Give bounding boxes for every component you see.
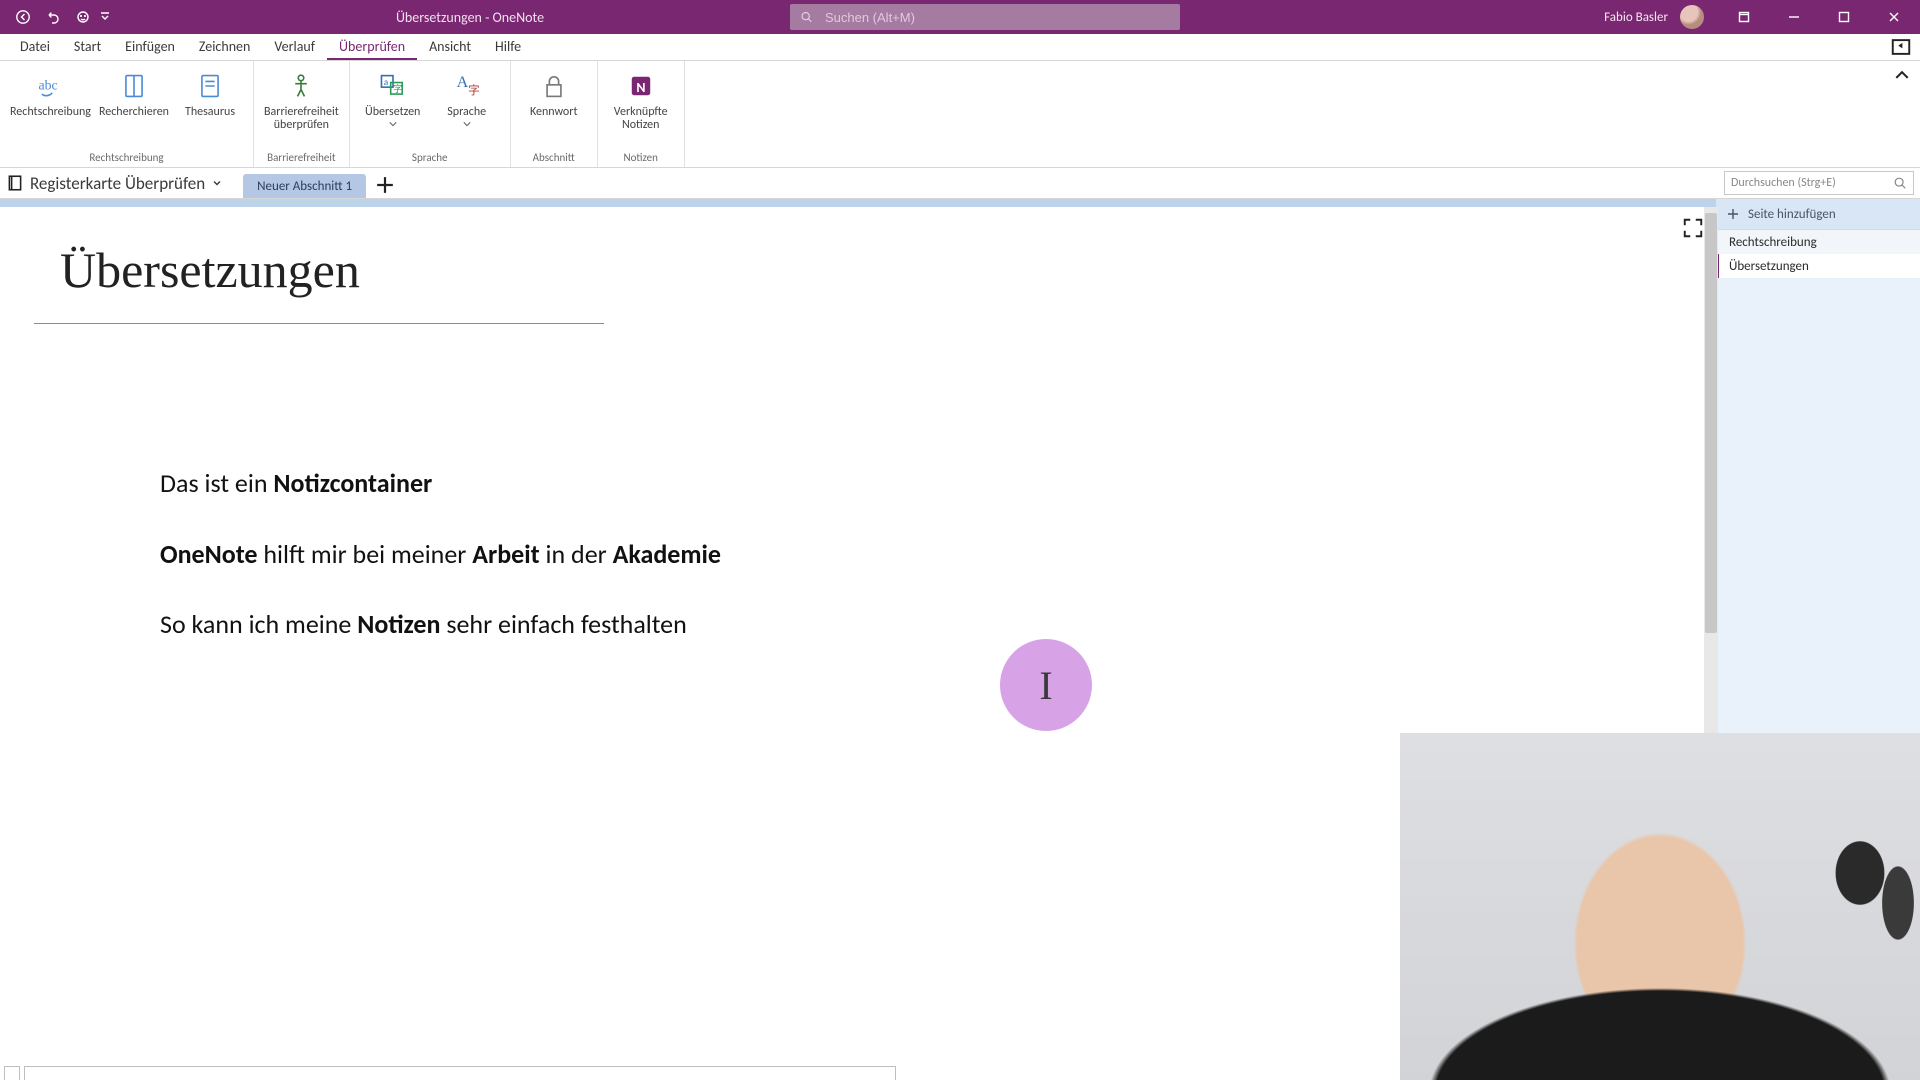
status-box-left[interactable] (4, 1066, 20, 1080)
group-label: Notizen (604, 149, 678, 167)
group-label: Sprache (356, 149, 504, 167)
ribbon-linked-button[interactable]: NVerknüpfteNotizen (604, 65, 678, 132)
menu-überprüfen[interactable]: Überprüfen (327, 34, 417, 60)
ribbon-spelling-button[interactable]: abcRechtschreibung (6, 65, 95, 119)
status-box-wide[interactable] (24, 1066, 896, 1080)
group-label: Rechtschreibung (6, 149, 247, 167)
translate-icon: a字 (376, 69, 410, 103)
ribbon-group-notizen: NVerknüpfteNotizen Notizen (598, 61, 685, 167)
menu-bar: DateiStartEinfügenZeichnenVerlaufÜberprü… (0, 34, 1920, 61)
text-cursor-icon: I (1039, 662, 1052, 709)
user-name: Fabio Basler (1604, 10, 1668, 25)
close-button[interactable] (1872, 0, 1916, 34)
page-search[interactable]: Durchsuchen (Strg+E) (1724, 171, 1914, 195)
avatar[interactable] (1680, 5, 1704, 29)
a11y-icon (284, 69, 318, 103)
menu-einfügen[interactable]: Einfügen (113, 34, 187, 60)
svg-text:A: A (456, 74, 468, 91)
menu-hilfe[interactable]: Hilfe (483, 34, 533, 60)
title-bar: Übersetzungen - OneNote Fabio Basler (0, 0, 1920, 34)
touch-mode-icon[interactable] (70, 4, 96, 30)
svg-text:N: N (636, 79, 645, 96)
menu-zeichnen[interactable]: Zeichnen (187, 34, 262, 60)
notebook-name: Registerkarte Überprüfen (30, 173, 205, 194)
window-title: Übersetzungen - OneNote (320, 9, 620, 26)
section-tab[interactable]: Neuer Abschnitt 1 (243, 174, 366, 198)
ribbon-research-button[interactable]: Recherchieren (95, 65, 173, 119)
menu-datei[interactable]: Datei (8, 34, 62, 60)
chevron-down-icon (211, 177, 223, 189)
notebook-nav: Registerkarte Überprüfen Neuer Abschnitt… (0, 168, 1920, 199)
ribbon-translate-button[interactable]: a字Übersetzen (356, 65, 430, 127)
title-right: Fabio Basler (1604, 0, 1920, 34)
search-icon (1893, 176, 1907, 190)
add-section-button[interactable] (374, 174, 396, 196)
plus-icon (1726, 207, 1740, 221)
note-container[interactable]: Das ist ein Notizcontainer OneNote hilft … (160, 467, 721, 679)
page-item[interactable]: Übersetzungen (1716, 254, 1920, 278)
collapse-ribbon-icon[interactable] (1892, 67, 1912, 83)
group-label: Abschnitt (517, 149, 591, 167)
ribbon-a11y-button[interactable]: Barrierefreiheitüberprüfen (260, 65, 343, 132)
share-icon[interactable] (1890, 38, 1912, 56)
back-icon[interactable] (10, 4, 36, 30)
language-icon: A字 (450, 69, 484, 103)
note-line[interactable]: Das ist ein Notizcontainer (160, 467, 721, 500)
minimize-button[interactable] (1772, 0, 1816, 34)
maximize-button[interactable] (1822, 0, 1866, 34)
spelling-icon: abc (33, 69, 67, 103)
thesaurus-icon (193, 69, 227, 103)
svg-text:字: 字 (393, 83, 402, 95)
linked-icon: N (624, 69, 658, 103)
section-tab-label: Neuer Abschnitt 1 (257, 179, 352, 194)
qat-customize-icon[interactable] (100, 12, 110, 22)
cursor-highlight: I (1000, 639, 1092, 731)
fullscreen-icon[interactable] (1682, 217, 1704, 239)
search-icon (800, 10, 813, 24)
webcam-overlay (1400, 733, 1920, 1080)
work-area: Übersetzungen Das ist ein Notizcontainer… (0, 199, 1920, 1080)
svg-text:字: 字 (468, 83, 480, 98)
password-icon (537, 69, 571, 103)
menu-verlauf[interactable]: Verlauf (262, 34, 327, 60)
ribbon-group-abschnitt: Kennwort Abschnitt (511, 61, 598, 167)
svg-text:abc: abc (39, 77, 58, 92)
page-search-placeholder: Durchsuchen (Strg+E) (1731, 176, 1836, 190)
add-page-button[interactable]: Seite hinzufügen (1716, 199, 1920, 230)
note-line[interactable]: So kann ich meine Notizen sehr einfach f… (160, 608, 721, 641)
group-label: Barrierefreiheit (260, 149, 343, 167)
ribbon-thesaurus-button[interactable]: Thesaurus (173, 65, 247, 119)
menu-start[interactable]: Start (62, 34, 113, 60)
ribbon-password-button[interactable]: Kennwort (517, 65, 591, 119)
ribbon-group-barrierefreiheit: Barrierefreiheitüberprüfen Barrierefreihe… (254, 61, 350, 167)
notifications-icon[interactable] (1722, 0, 1766, 34)
ribbon: abcRechtschreibungRecherchierenThesaurus… (0, 61, 1920, 168)
note-line[interactable]: OneNote hilft mir bei meiner Arbeit in d… (160, 538, 721, 571)
tell-me-input[interactable] (823, 9, 1170, 26)
title-underline (34, 323, 604, 324)
notebook-dropdown[interactable]: Registerkarte Überprüfen (30, 173, 223, 194)
undo-icon[interactable] (40, 4, 66, 30)
add-page-label: Seite hinzufügen (1748, 207, 1836, 222)
menu-ansicht[interactable]: Ansicht (417, 34, 483, 60)
ribbon-language-button[interactable]: A字Sprache (430, 65, 504, 127)
ribbon-group-sprache: a字ÜbersetzenA字Sprache Sprache (350, 61, 511, 167)
scroll-thumb[interactable] (1705, 213, 1717, 633)
quick-access-toolbar (0, 4, 110, 30)
research-icon (117, 69, 151, 103)
svg-text:a: a (383, 77, 387, 88)
tell-me-search[interactable] (790, 4, 1180, 30)
page-title[interactable]: Übersetzungen (60, 241, 620, 311)
page-item[interactable]: Rechtschreibung (1716, 230, 1920, 254)
ribbon-group-rechtschreibung: abcRechtschreibungRecherchierenThesaurus… (0, 61, 254, 167)
notebook-icon (6, 174, 24, 192)
